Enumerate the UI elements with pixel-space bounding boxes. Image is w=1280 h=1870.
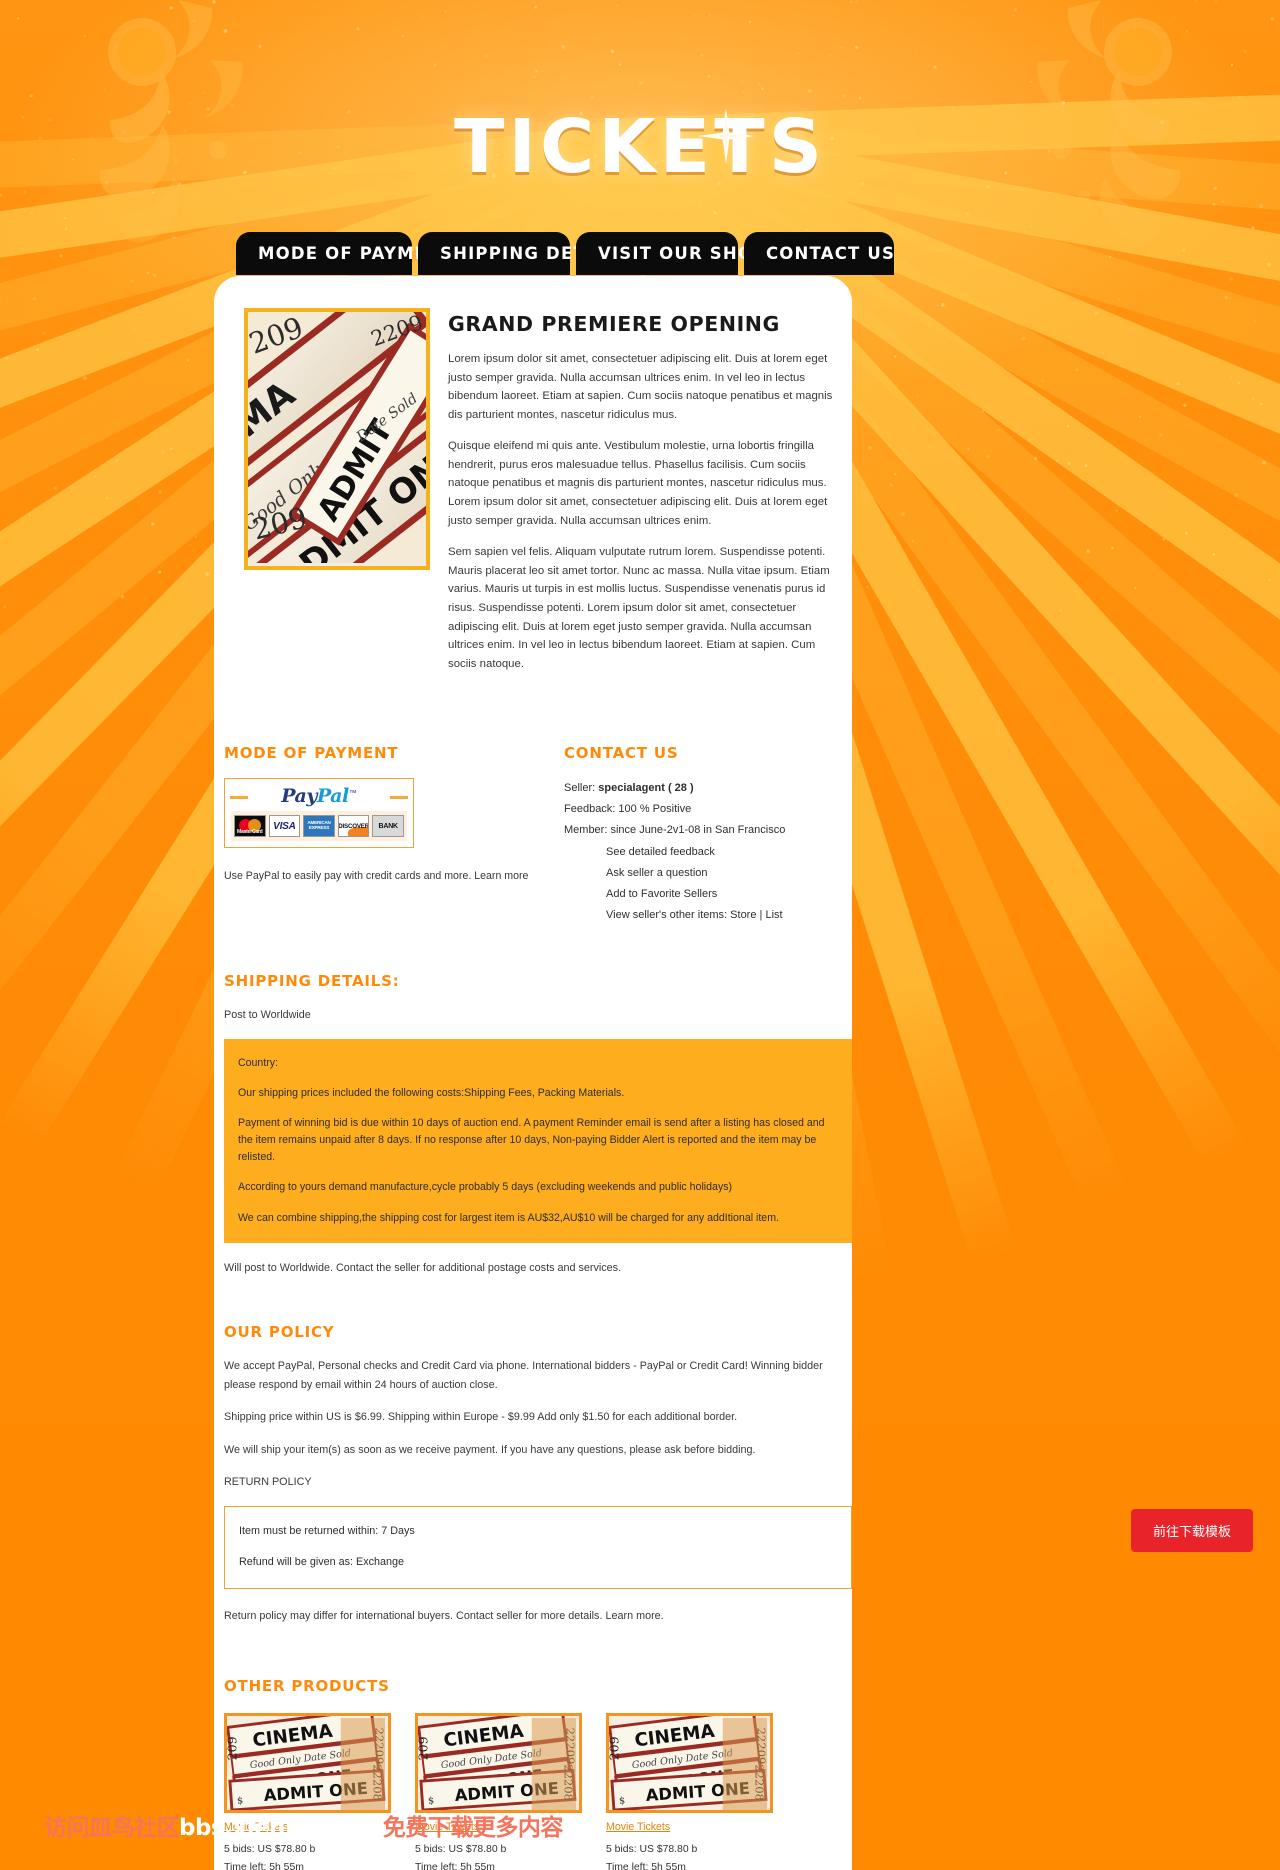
return-window-line: Item must be returned within: 7 Days [239, 1525, 415, 1538]
hero-paragraph-2: Quisque eleifend mi quis ante. Vestibulu… [448, 440, 828, 527]
hero-paragraph-1: Lorem ipsum dolor sit amet, consectetuer… [448, 353, 833, 421]
post-to-line: Post to Worldwide [224, 1009, 311, 1022]
paypal-note: Use PayPal to easily pay with credit car… [224, 870, 529, 883]
paypal-word-pay: Pay [281, 785, 317, 808]
svg-text:209: 209 [418, 1737, 431, 1761]
payment-contact-row: MODE OF PAYMENT PayPal™ MasterCard VISA … [214, 744, 852, 926]
svg-text:209: 209 [609, 1737, 622, 1761]
shipping-manufacture-cycle: According to yours demand manufacture,cy… [238, 1181, 733, 1194]
product-bids: 5 bids: US $78.80 b [224, 1844, 316, 1856]
hero-ticket-image: NEMA Good Only Date Sold ADMIT ONE ADMIT… [244, 308, 430, 570]
shipping-country-line: Country: [238, 1056, 279, 1069]
site-header: TICKETS [0, 0, 1280, 232]
shipping-details-heading: SHIPPING DETAILS: [224, 972, 400, 991]
shipping-costs-line: Our shipping prices included the followi… [238, 1086, 625, 1099]
paypal-word-pal: Pal [316, 785, 349, 808]
product-thumbnail[interactable]: CINEMA Good Only Date Sold ADMIT ONE ADM… [415, 1713, 582, 1814]
product-card: CINEMA Good Only Date Sold ADMIT ONE ADM… [224, 1713, 391, 1870]
svg-text:$: $ [619, 1796, 626, 1807]
bank-icon: BANK [372, 815, 404, 838]
nav-shipping-details[interactable]: SHIPPING DETAILS [418, 232, 630, 275]
product-bids: 5 bids: US $78.80 b [415, 1844, 507, 1856]
paypal-logo: PayPal™ [231, 783, 407, 811]
contact-us-section: CONTACT US Seller: specialagent ( 28 ) F… [564, 744, 834, 926]
product-title-link[interactable]: Movie Tickets [606, 1821, 670, 1833]
mode-of-payment-section: MODE OF PAYMENT PayPal™ MasterCard VISA … [224, 744, 564, 926]
return-policy-box: Item must be returned within: 7 Days Ref… [224, 1506, 852, 1589]
page-title: GRAND PREMIERE OPENING [448, 312, 780, 336]
amex-icon: AMERICAN EXPRESS [303, 815, 335, 838]
our-policy-section: OUR POLICY We accept PayPal, Personal ch… [214, 1323, 852, 1625]
product-grid: CINEMA Good Only Date Sold ADMIT ONE ADM… [224, 1713, 852, 1870]
policy-paragraph-1: We accept PayPal, Personal checks and Cr… [224, 1360, 823, 1391]
product-time-left: Time left: 5h 55m [224, 1862, 304, 1870]
hero-text: GRAND PREMIERE OPENING Lorem ipsum dolor… [448, 308, 852, 686]
refund-type-line: Refund will be given as: Exchange [239, 1556, 405, 1569]
nav-visit-our-shop[interactable]: VISIT OUR SHOP [576, 232, 765, 275]
paypal-badge[interactable]: PayPal™ MasterCard VISA AMERICAN EXPRESS … [224, 778, 414, 849]
product-time-left: Time left: 5h 55m [606, 1862, 686, 1870]
shipping-info-box: Country: Our shipping prices included th… [224, 1038, 852, 1243]
watermark-part-2: bbs.xienlao.com [179, 1815, 383, 1841]
shipping-payment-terms: Payment of winning bid is due within 10 … [238, 1116, 825, 1164]
our-policy-heading: OUR POLICY [224, 1323, 335, 1342]
other-products-heading: OTHER PRODUCTS [224, 1677, 390, 1696]
link-store[interactable]: Store [730, 909, 756, 921]
contact-links: See detailed feedback Ask seller a quest… [564, 842, 834, 926]
product-bids: 5 bids: US $78.80 b [606, 1844, 698, 1856]
nav-contact-us[interactable]: CONTACT US [744, 232, 894, 275]
hero-section: NEMA Good Only Date Sold ADMIT ONE ADMIT… [214, 294, 852, 686]
site-logo: TICKETS [454, 104, 826, 190]
shipping-combine-line: We can combine shipping,the shipping cos… [238, 1211, 779, 1224]
seller-name: specialagent ( 28 ) [598, 782, 694, 795]
other-items-line: View seller's other items: Store | List [606, 905, 834, 926]
member-line: Member: since June-2v1-08 in San Francis… [564, 824, 786, 837]
svg-text:$: $ [237, 1796, 244, 1807]
shipping-footer-note: Will post to Worldwide. Contact the sell… [224, 1261, 622, 1274]
mode-of-payment-heading: MODE OF PAYMENT [224, 744, 399, 763]
paypal-trademark: ™ [348, 788, 357, 798]
content-card: NEMA Good Only Date Sold ADMIT ONE ADMIT… [214, 276, 852, 1870]
product-thumbnail[interactable]: CINEMA Good Only Date Sold ADMIT ONE ADM… [606, 1713, 773, 1814]
seller-label: Seller: [564, 782, 596, 795]
product-time-left: Time left: 5h 55m [415, 1862, 495, 1870]
shipping-details-section: SHIPPING DETAILS: Post to Worldwide Coun… [214, 972, 852, 1277]
link-see-detailed-feedback[interactable]: See detailed feedback [606, 842, 834, 863]
return-policy-title: RETURN POLICY [224, 1476, 312, 1489]
policy-paragraph-3: We will ship your item(s) as soon as we … [224, 1443, 756, 1456]
visa-icon: VISA [268, 815, 301, 838]
svg-text:$: $ [428, 1796, 435, 1807]
link-list[interactable]: List [765, 909, 782, 921]
download-template-button[interactable]: 前往下载模板 [1130, 1509, 1253, 1552]
product-card: CINEMA Good Only Date Sold ADMIT ONE ADM… [606, 1713, 773, 1870]
product-card: CINEMA Good Only Date Sold ADMIT ONE ADM… [415, 1713, 582, 1870]
policy-paragraph-2: Shipping price within US is $6.99. Shipp… [224, 1411, 738, 1424]
seller-line: Seller: specialagent ( 28 ) [564, 778, 834, 799]
nav-mode-of-payment[interactable]: MODE OF PAYMENT [236, 232, 453, 275]
product-thumbnail[interactable]: CINEMA Good Only Date Sold ADMIT ONE ADM… [224, 1713, 391, 1814]
accepted-cards: MasterCard VISA AMERICAN EXPRESS DISCOVER… [231, 811, 407, 842]
main-navigation: MODE OF PAYMENT SHIPPING DETAILS VISIT OUR… [236, 232, 1046, 275]
paypal-rule-right [390, 796, 408, 800]
link-add-to-favorite-sellers[interactable]: Add to Favorite Sellers [606, 884, 834, 905]
watermark-part-3: 免费下载更多内容 [382, 1815, 564, 1841]
feedback-line: Feedback: 100 % Positive [564, 803, 692, 816]
link-ask-seller-a-question[interactable]: Ask seller a question [606, 863, 834, 884]
svg-text:209: 209 [227, 1737, 240, 1761]
watermark-part-1: 访问皿鸟社区 [44, 1815, 180, 1841]
page-root: TICKETS MODE OF PAYMENT SHIPPING DETAILS V… [0, 0, 1280, 1870]
contact-us-heading: CONTACT US [564, 744, 679, 763]
paypal-rule-left [230, 796, 248, 800]
discover-icon: DISCOVER [337, 815, 370, 838]
site-watermark: 访问皿鸟社区bbs.xienlao.com免费下载更多内容 [44, 1808, 563, 1842]
other-items-label: View seller's other items: [606, 908, 728, 921]
other-items-separator: | [759, 908, 763, 921]
mastercard-icon: MasterCard [234, 815, 266, 838]
return-policy-footer: Return policy may differ for internation… [224, 1609, 664, 1622]
hero-paragraph-3: Sem sapien vel felis. Aliquam vulputate … [448, 546, 830, 670]
